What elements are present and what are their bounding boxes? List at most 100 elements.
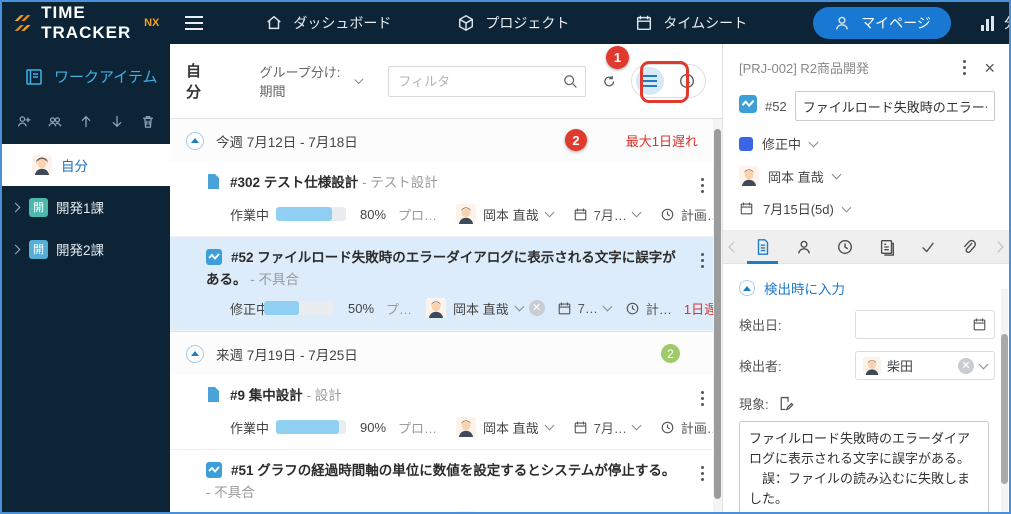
plan-time[interactable]: 計画… — [660, 205, 720, 224]
task-row-52[interactable]: #52 ファイルロード失敗時のエラーダイアログに表示される文字に誤字がある。 -… — [170, 237, 722, 331]
sidebar-item-dev2[interactable]: 開 開発2課 — [2, 228, 170, 270]
nav-analytics[interactable]: 分析 — [981, 13, 1011, 33]
filter-wrap — [388, 66, 586, 97]
date-label: 7… — [578, 301, 598, 316]
title-input[interactable] — [795, 91, 995, 121]
task-icon — [206, 173, 221, 195]
assignee-dropdown[interactable]: 岡本 直哉 — [456, 417, 553, 437]
tab-people[interactable] — [783, 230, 824, 264]
scrollbar[interactable] — [1001, 289, 1008, 514]
sidebar-title-label: ワークアイテム — [54, 66, 158, 87]
edit-icon[interactable] — [777, 395, 794, 412]
chevron-right-icon[interactable] — [11, 244, 21, 254]
bug-icon — [739, 95, 757, 118]
workitem-icon — [24, 67, 44, 87]
kebab-menu-icon[interactable] — [699, 389, 706, 408]
clock-icon — [836, 238, 854, 256]
tab-check[interactable] — [907, 230, 948, 264]
arrow-up-icon[interactable] — [78, 113, 94, 130]
date-picker-input[interactable] — [855, 310, 995, 339]
tab-notes[interactable] — [866, 230, 907, 264]
calendar-icon — [739, 201, 754, 216]
date-dropdown[interactable]: 7月… — [573, 205, 640, 224]
chevron-right-icon[interactable] — [11, 202, 21, 212]
section-detect-input[interactable]: 検出時に入力 — [739, 278, 995, 298]
trash-icon[interactable] — [140, 113, 156, 130]
tab-time[interactable] — [825, 230, 866, 264]
filter-input[interactable] — [388, 66, 586, 97]
group-header-nextweek[interactable]: 来週 7月19日 - 7月25日 2 — [170, 331, 722, 375]
calendar-icon — [573, 420, 588, 435]
task-title: #51 グラフの経過時間軸の単位に数値を設定するとシステムが停止する。 — [231, 463, 675, 478]
nav-mypage[interactable]: マイページ — [813, 7, 951, 39]
nav-dashboard[interactable]: ダッシュボード — [265, 13, 391, 33]
group-by-label: グループ分け:期間 — [260, 62, 350, 100]
chevron-down-icon — [979, 359, 989, 369]
task-category: - 不具合 — [206, 485, 255, 500]
panel-header: [PRJ-002] R2商品開発 × — [739, 58, 995, 77]
sidebar-item-dev1[interactable]: 開 開発1課 — [2, 186, 170, 228]
arrow-down-icon[interactable] — [109, 113, 125, 130]
nav-timesheet[interactable]: タイムシート — [635, 13, 747, 33]
chevron-down-icon — [544, 421, 554, 431]
person-add-icon[interactable] — [16, 113, 32, 130]
menu-toggle-icon[interactable] — [185, 16, 203, 30]
tab-detail[interactable] — [742, 230, 783, 264]
app-logo[interactable]: TIME TRACKER NX — [2, 3, 159, 43]
task-project: プロ… — [398, 418, 442, 437]
date-label: 7月… — [594, 418, 627, 437]
group-icon[interactable] — [47, 113, 63, 130]
avatar — [739, 166, 759, 186]
calendar-icon — [557, 301, 572, 316]
search-icon[interactable] — [562, 73, 578, 89]
group-header-thisweek[interactable]: 今週 7月12日 - 7月18日 最大1日遅れ — [170, 118, 722, 162]
phenomenon-textarea[interactable]: ファイルロード失敗時のエラーダイアログに表示される文字に誤字がある。 誤：ファイ… — [739, 421, 989, 514]
sidebar-title: ワークアイテム — [2, 44, 170, 87]
calendar-icon[interactable] — [972, 317, 987, 332]
avatar — [32, 155, 52, 175]
clear-icon[interactable]: ✕ — [958, 358, 974, 374]
sidebar-item-self[interactable]: 自分 — [2, 144, 170, 186]
date-dropdown[interactable]: 7… — [557, 301, 611, 316]
tabs-prev-icon[interactable] — [728, 241, 739, 252]
clear-icon[interactable]: ✕ — [529, 300, 545, 316]
nav-project[interactable]: プロジェクト — [457, 13, 569, 33]
assignee-dropdown[interactable]: 岡本 直哉 — [456, 204, 553, 224]
detector-dropdown[interactable]: 柴田 ✕ — [855, 351, 995, 380]
scrollbar[interactable] — [713, 119, 722, 512]
kebab-menu-icon[interactable] — [699, 464, 706, 483]
status-dropdown[interactable]: 修正中 — [739, 134, 995, 153]
scrollbar-thumb[interactable] — [1001, 334, 1008, 484]
task-row-302[interactable]: #302 テスト仕様設計 - テスト設計 作業中 80% プロ… 岡本 直哉 7… — [170, 162, 722, 237]
kebab-menu-icon[interactable] — [961, 58, 968, 77]
nav-label: ダッシュボード — [293, 13, 391, 33]
task-id: #52 — [765, 99, 787, 114]
task-row-51[interactable]: #51 グラフの経過時間軸の単位に数値を設定するとシステムが停止する。 - 不具… — [170, 450, 722, 514]
collapse-icon[interactable] — [186, 345, 204, 363]
sidebar-item-label: 開発2課 — [56, 239, 104, 259]
chevron-down-icon — [831, 170, 841, 180]
task-title: #9 集中設計 — [230, 388, 303, 403]
schedule-dropdown[interactable]: 7月15日(5d) — [739, 199, 995, 218]
assignee-name: 岡本 直哉 — [483, 205, 539, 224]
person-icon — [795, 238, 813, 256]
task-row-9[interactable]: #9 集中設計 - 設計 作業中 90% プロ… 岡本 直哉 7月… — [170, 375, 722, 450]
task-category: - 不具合 — [250, 272, 299, 287]
progress-label: 80% — [360, 207, 398, 222]
plan-time[interactable]: 計… — [625, 299, 672, 318]
tab-attachments[interactable] — [949, 230, 990, 264]
annotation-step-1: 1 — [606, 46, 629, 69]
collapse-icon[interactable] — [186, 132, 204, 150]
plan-time[interactable]: 計画… — [660, 418, 720, 437]
assignee-dropdown[interactable]: 岡本 直哉 — [739, 166, 995, 186]
group-label: 来週 7月19日 - 7月25日 — [216, 344, 358, 364]
close-icon[interactable]: × — [984, 59, 995, 77]
kebab-menu-icon[interactable] — [699, 176, 706, 195]
kebab-menu-icon[interactable] — [699, 251, 706, 270]
group-by-dropdown[interactable]: グループ分け:期間 — [260, 62, 363, 100]
assignee-dropdown[interactable]: 岡本 直哉 — [426, 298, 523, 318]
tabs-next-icon[interactable] — [992, 241, 1003, 252]
date-dropdown[interactable]: 7月… — [573, 418, 640, 437]
refresh-icon[interactable] — [602, 73, 616, 90]
scrollbar-thumb[interactable] — [714, 129, 721, 499]
